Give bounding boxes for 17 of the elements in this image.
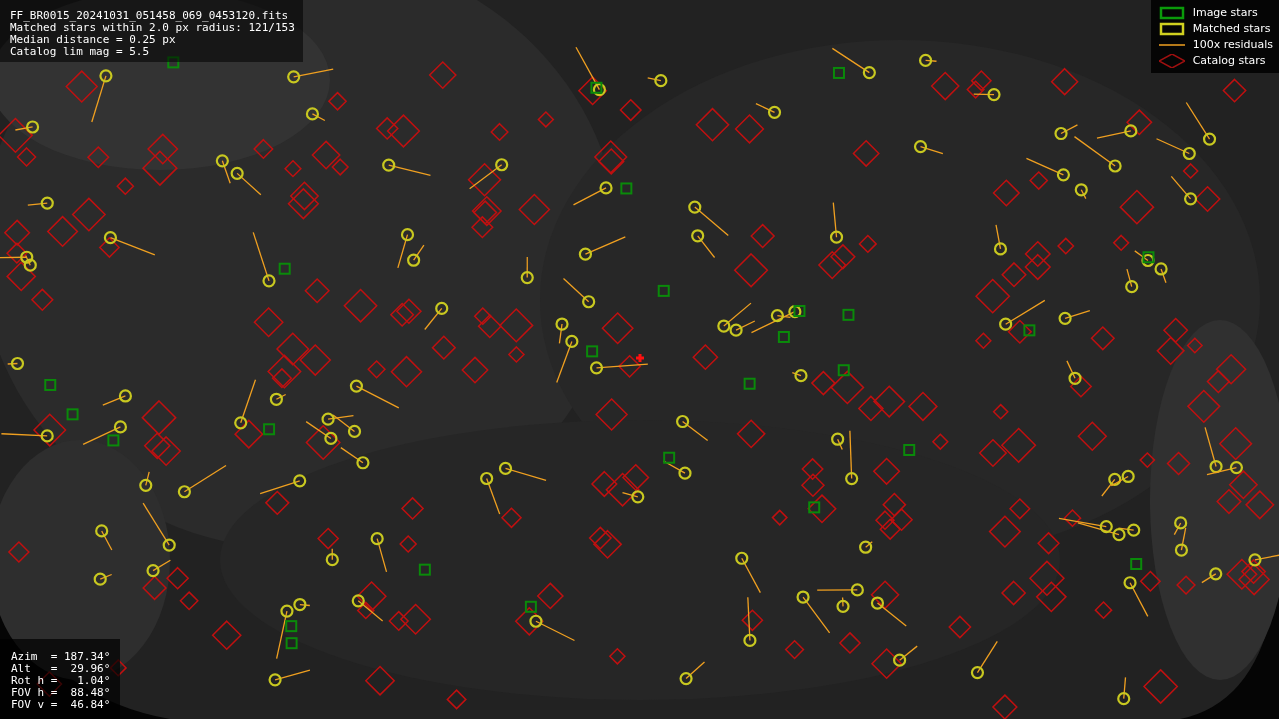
pointing-text: Rot h = 1.04° <box>11 675 111 687</box>
square-icon <box>1158 22 1185 36</box>
diamond-icon <box>1158 54 1185 68</box>
info-text: Median distance = 0.25 px <box>10 34 177 46</box>
legend-label: Matched stars <box>1192 20 1271 37</box>
legend-label: Catalog stars <box>1192 52 1266 69</box>
pointing-text: Azim = 187.34° <box>11 651 111 663</box>
pointing-text: FOV h = 88.48° <box>11 687 111 699</box>
legend-label: 100x residuals <box>1192 36 1273 53</box>
square-icon <box>1158 6 1185 20</box>
legend-label: Image stars <box>1192 4 1258 21</box>
pointing-text: FOV v = 46.84° <box>11 699 111 711</box>
pointing-text: Alt = 29.96° <box>11 663 111 675</box>
info-text: FF_BR0015_20241031_051458_069_0453120.fits <box>10 10 290 22</box>
info-text: Catalog lim mag = 5.5 <box>10 46 151 58</box>
crosshair-icon <box>634 352 646 364</box>
info-text: Matched stars within 2.0 px radius: 121/153 <box>10 22 295 34</box>
